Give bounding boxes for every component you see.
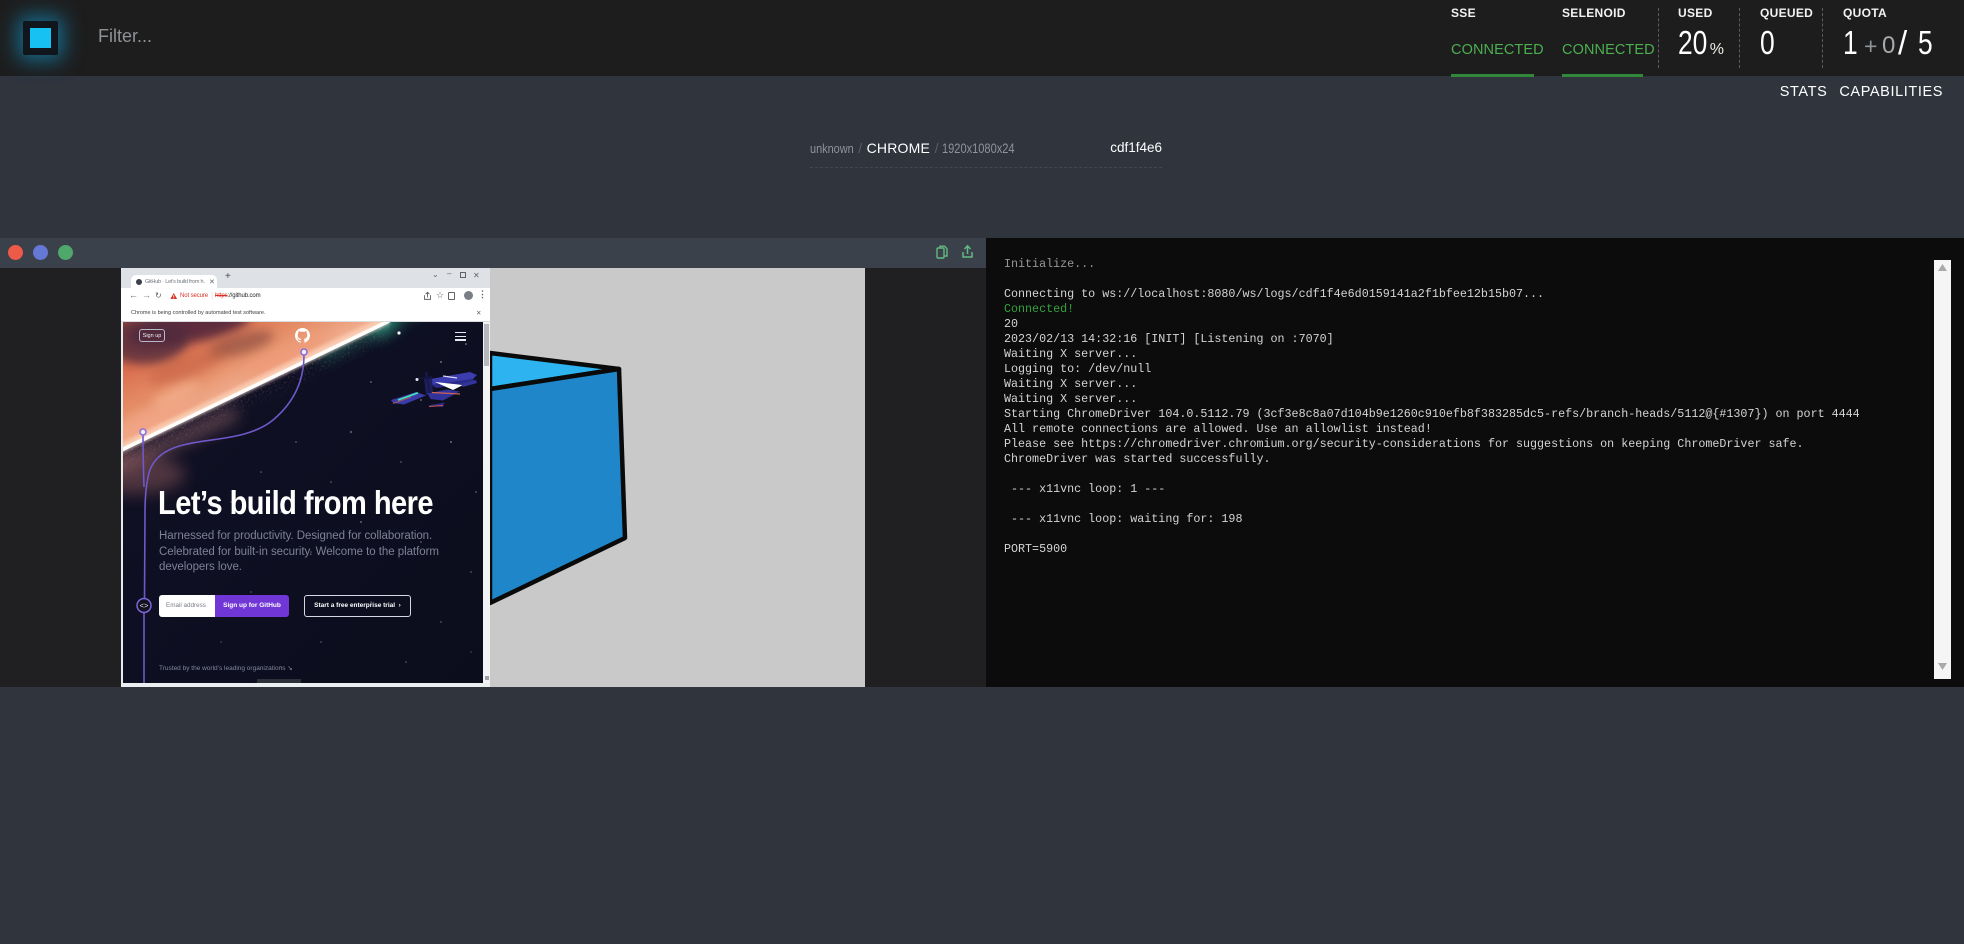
svg-text:<>: <>: [139, 603, 149, 611]
